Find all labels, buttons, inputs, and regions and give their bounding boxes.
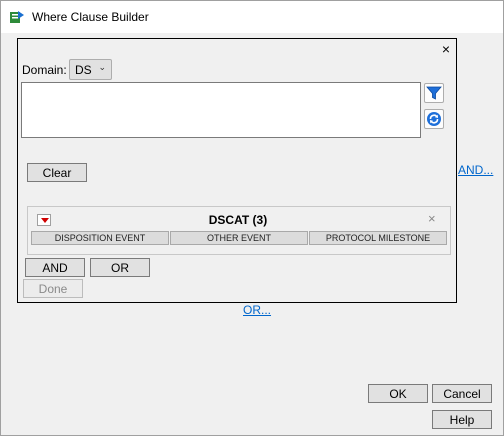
and-link[interactable]: AND... bbox=[458, 163, 493, 177]
filter-close-icon[interactable]: × bbox=[428, 211, 436, 226]
chevron-down-icon: ⌄ bbox=[98, 62, 106, 72]
close-icon[interactable]: × bbox=[438, 41, 454, 57]
window-title: Where Clause Builder bbox=[32, 10, 149, 24]
ok-button[interactable]: OK bbox=[368, 384, 428, 403]
where-clause-panel: × Domain: DS ⌄ Clear DSCAT (3) × DISPOSI… bbox=[17, 38, 457, 303]
or-button[interactable]: OR bbox=[90, 258, 150, 277]
where-clause-builder-window: Where Clause Builder × Domain: DS ⌄ Clea… bbox=[0, 0, 504, 436]
cancel-button[interactable]: Cancel bbox=[432, 384, 492, 403]
filter-option[interactable]: DISPOSITION EVENT bbox=[31, 231, 169, 245]
filter-option[interactable]: PROTOCOL MILESTONE bbox=[309, 231, 447, 245]
app-icon bbox=[9, 9, 25, 25]
domain-select[interactable]: DS ⌄ bbox=[69, 59, 112, 80]
and-button[interactable]: AND bbox=[25, 258, 85, 277]
filter-option[interactable]: OTHER EVENT bbox=[170, 231, 308, 245]
done-button[interactable]: Done bbox=[23, 279, 83, 298]
domain-value: DS bbox=[75, 63, 92, 77]
dscat-filter-box: DSCAT (3) × DISPOSITION EVENT OTHER EVEN… bbox=[27, 206, 451, 255]
filter-button[interactable] bbox=[424, 83, 444, 103]
filter-title: DSCAT (3) bbox=[208, 213, 268, 227]
clear-button[interactable]: Clear bbox=[27, 163, 87, 182]
help-button[interactable]: Help bbox=[432, 410, 492, 429]
red-triangle-menu-icon[interactable] bbox=[37, 214, 51, 226]
or-link[interactable]: OR... bbox=[243, 303, 271, 317]
refresh-button[interactable] bbox=[424, 109, 444, 129]
title-bar: Where Clause Builder bbox=[1, 1, 503, 33]
domain-label: Domain: bbox=[22, 63, 67, 77]
where-clause-text-area[interactable] bbox=[21, 82, 421, 138]
